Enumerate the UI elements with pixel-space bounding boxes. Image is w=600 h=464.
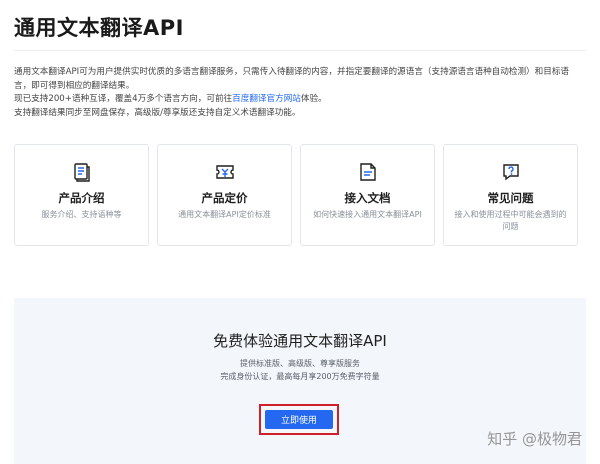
card-title: 产品介绍 xyxy=(58,191,105,205)
highlight-box: 立即使用 xyxy=(259,404,339,435)
promo-sub-line-2: 完成身份认证，最高每月享200万免费字符量 xyxy=(220,371,380,381)
promo-subtitle: 提供标准版、高级版、尊享版服务 完成身份认证，最高每月享200万免费字符量 xyxy=(14,358,586,383)
question-icon xyxy=(503,164,519,181)
page-title: 通用文本翻译API xyxy=(14,16,184,40)
title-divider xyxy=(14,50,586,51)
use-now-button[interactable]: 立即使用 xyxy=(265,410,333,429)
card-title: 常见问题 xyxy=(487,191,534,205)
card-desc: 服务介绍、支持语种等 xyxy=(41,210,122,219)
intro-line-1: 通用文本翻译API可为用户提供实时优质的多语言翻译服务，只需传入待翻译的内容，并… xyxy=(14,67,570,91)
intro-text: 通用文本翻译API可为用户提供实时优质的多语言翻译服务，只需传入待翻译的内容，并… xyxy=(14,66,584,120)
promo-sub-line-1: 提供标准版、高级版、尊享版服务 xyxy=(240,359,360,368)
promo-title: 免费体验通用文本翻译API xyxy=(213,332,387,350)
card-desc: 如何快速接入通用文本翻译API xyxy=(313,210,422,219)
intro-line-3: 支持翻译结果同步至网盘保存，高级版/尊享版还支持自定义术语翻译功能。 xyxy=(14,107,301,118)
card-product-intro[interactable]: 产品介绍 服务介绍、支持语种等 xyxy=(14,144,149,246)
intro-line-2: 现已支持200+语种互译，覆盖4万多个语言方向，可前往百度翻译官方网站体验。 xyxy=(14,93,584,107)
intro-line-2-before: 现已支持200+语种互译，覆盖4万多个语言方向，可前往 xyxy=(14,94,233,104)
document-icon xyxy=(360,163,376,181)
card-desc: 接入和使用过程中可能会遇到的问题 xyxy=(454,210,567,231)
book-icon xyxy=(74,163,90,182)
card-title: 产品定价 xyxy=(201,191,248,205)
baidu-translate-link[interactable]: 百度翻译官方网站 xyxy=(232,94,301,104)
card-faq[interactable]: 常见问题 接入和使用过程中可能会遇到的问题 xyxy=(443,144,578,246)
card-desc: 通用文本翻译API定价标准 xyxy=(178,210,271,219)
card-pricing[interactable]: 产品定价 通用文本翻译API定价标准 xyxy=(157,144,292,246)
card-docs[interactable]: 接入文档 如何快速接入通用文本翻译API xyxy=(300,144,435,246)
intro-line-2-after: 体验。 xyxy=(300,94,327,104)
quick-links: 产品介绍 服务介绍、支持语种等 产品定价 通用文本翻译API定价标准 接入文档 … xyxy=(14,144,578,246)
watermark: 知乎 @极物君 xyxy=(487,430,582,448)
price-tag-icon xyxy=(216,165,234,179)
card-title: 接入文档 xyxy=(344,191,391,205)
